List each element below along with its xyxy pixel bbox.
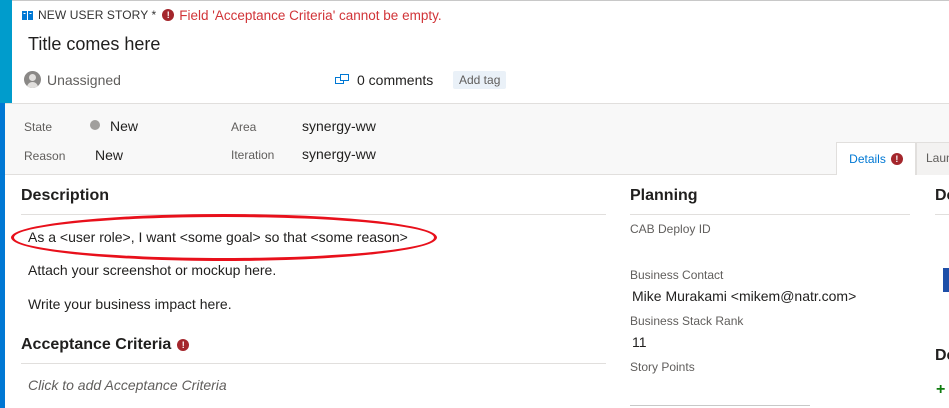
comment-icon <box>335 74 349 84</box>
reason-dropdown[interactable]: New <box>95 147 123 163</box>
development-divider <box>935 214 949 215</box>
add-tag-button[interactable]: Add tag <box>453 71 507 89</box>
story-points-label: Story Points <box>630 360 695 374</box>
tab-details[interactable]: Details ! <box>836 142 916 175</box>
description-heading: Description <box>21 187 110 204</box>
business-contact-field[interactable]: Mike Murakami <mikem@natr.com> <box>632 288 856 304</box>
assigned-to-picker[interactable]: Unassigned <box>24 71 121 88</box>
acceptance-criteria-heading-text: Acceptance Criteria <box>21 336 172 353</box>
description-line-screenshot[interactable]: Attach your screenshot or mockup here. <box>28 262 276 278</box>
description-divider <box>21 214 606 215</box>
repo-icon <box>943 268 949 292</box>
work-item-type-color-bar <box>0 0 12 103</box>
cab-deploy-id-label: CAB Deploy ID <box>630 222 711 236</box>
acceptance-criteria-editor[interactable]: Click to add Acceptance Criteria <box>28 377 227 393</box>
business-contact-label: Business Contact <box>630 268 724 282</box>
book-icon <box>22 10 33 20</box>
state-dropdown[interactable]: New <box>110 118 138 134</box>
work-item-type-label: NEW USER STORY * <box>38 8 157 22</box>
acceptance-criteria-heading: Acceptance Criteria ! <box>21 336 194 354</box>
development-heading: De <box>935 187 949 204</box>
reason-label: Reason <box>24 149 66 163</box>
planning-divider <box>630 214 910 215</box>
business-stack-rank-field[interactable]: 11 <box>632 334 647 350</box>
description-line-impact[interactable]: Write your business impact here. <box>28 296 232 312</box>
work-item-header: NEW USER STORY * ! Field 'Acceptance Cri… <box>22 7 442 23</box>
avatar-icon <box>24 71 41 88</box>
planning-heading: Planning <box>630 187 698 204</box>
validation-error-message: Field 'Acceptance Criteria' cannot be em… <box>179 7 442 23</box>
acceptance-divider <box>21 363 606 364</box>
business-stack-rank-label: Business Stack Rank <box>630 314 744 328</box>
required-error-icon: ! <box>177 339 190 351</box>
error-icon: ! <box>162 9 175 21</box>
area-label: Area <box>231 120 257 134</box>
tab-error-icon: ! <box>890 153 903 165</box>
assigned-to-label: Unassigned <box>47 71 121 88</box>
iteration-picker[interactable]: synergy-ww <box>302 146 376 162</box>
state-label: State <box>24 120 53 134</box>
tab-launch[interactable]: Laun <box>916 142 949 175</box>
iteration-label: Iteration <box>231 148 275 162</box>
red-annotation-ellipse <box>11 214 437 261</box>
add-link-plus-icon[interactable]: + <box>936 381 945 399</box>
tab-details-label: Details <box>849 152 886 166</box>
state-indicator-icon <box>90 120 100 130</box>
comments-link[interactable]: 0 comments <box>335 72 433 88</box>
area-picker[interactable]: synergy-ww <box>302 118 376 134</box>
title-field[interactable]: Title comes here <box>28 34 160 55</box>
comments-count: 0 comments <box>357 72 434 88</box>
fields-panel <box>5 103 949 175</box>
story-points-field[interactable] <box>630 405 810 406</box>
deployment-heading: De <box>935 347 949 364</box>
